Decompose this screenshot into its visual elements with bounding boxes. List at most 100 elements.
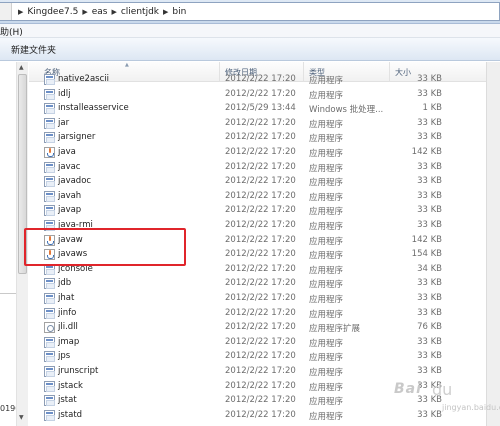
file-date: 2012/5/29 13:44 xyxy=(225,103,296,114)
file-name: jli.dll xyxy=(58,322,78,333)
file-row-idlj[interactable]: idlj 2012/2/22 17:20 应用程序 33 KB xyxy=(29,87,500,102)
file-name: jar xyxy=(58,117,70,128)
file-date: 2012/2/22 17:20 xyxy=(225,366,296,376)
dll-icon xyxy=(44,322,55,334)
file-size: 33 KB xyxy=(417,220,442,230)
address-bar-back-area[interactable] xyxy=(0,3,12,20)
breadcrumb-eas[interactable]: eas xyxy=(92,7,108,17)
address-bar[interactable]: ▶ Kingdee7.5 ▶ eas ▶ clientjdk ▶ bin xyxy=(0,2,500,21)
file-type: 应用程序 xyxy=(309,236,344,247)
file-type: 应用程序 xyxy=(309,295,344,305)
file-row-jmap[interactable]: jmap 2012/2/22 17:20 应用程序 33 KB xyxy=(29,335,500,350)
file-list-scrollbar[interactable] xyxy=(486,62,500,426)
file-row-jps[interactable]: jps 2012/2/22 17:20 应用程序 33 KB xyxy=(29,349,500,364)
file-size: 33 KB xyxy=(417,88,442,99)
file-row-jhat[interactable]: jhat 2012/2/22 17:20 应用程序 33 KB xyxy=(29,291,500,306)
file-date: 2012/2/22 17:20 xyxy=(225,307,296,318)
file-type: 应用程序扩展 xyxy=(309,324,361,335)
file-type: 应用程序 xyxy=(309,222,344,232)
file-type: 应用程序 xyxy=(309,149,344,159)
exe-icon xyxy=(44,74,55,85)
file-size: 142 KB xyxy=(411,234,442,245)
file-row-javah[interactable]: javah 2012/2/22 17:20 应用程序 33 KB xyxy=(29,189,500,204)
file-type: 应用程序 xyxy=(309,192,344,203)
file-type: 应用程序 xyxy=(309,338,344,349)
file-row-jinfo[interactable]: jinfo 2012/2/22 17:20 应用程序 33 KB xyxy=(29,306,500,321)
file-name: jhat xyxy=(58,293,75,303)
toolbar: 新建文件夹 xyxy=(0,38,500,61)
file-date: 2012/2/22 17:20 xyxy=(225,395,296,406)
file-row-java[interactable]: java 2012/2/22 17:20 应用程序 142 KB xyxy=(29,145,500,160)
file-name: native2ascii xyxy=(58,74,109,84)
scroll-up-icon[interactable]: ▲ xyxy=(19,64,24,71)
watermark-site: jingyan.baidu.com xyxy=(442,403,500,412)
file-type: 应用程序 xyxy=(309,280,344,291)
file-type: 应用程序 xyxy=(309,134,344,145)
breadcrumb-clientjdk[interactable]: clientjdk xyxy=(121,7,159,17)
file-row-installeasservice[interactable]: installeasservice 2012/5/29 13:44 Windows … xyxy=(29,101,500,116)
exe-icon xyxy=(44,117,55,129)
exe-icon xyxy=(44,278,55,290)
file-date: 2012/2/22 17:20 xyxy=(225,409,296,420)
breadcrumb-separator-icon[interactable]: ▶ xyxy=(18,8,23,16)
exe-icon xyxy=(44,351,55,363)
menu-help[interactable]: 助(H) xyxy=(0,25,23,38)
file-row-native2ascii[interactable]: native2ascii 2012/2/22 17:20 应用程序 33 KB xyxy=(29,72,500,87)
file-size: 33 KB xyxy=(417,132,442,143)
file-date: 2012/2/22 17:20 xyxy=(225,88,296,99)
file-size: 154 KB xyxy=(411,249,442,260)
file-type: 应用程序 xyxy=(309,178,344,189)
file-type: 应用程序 xyxy=(309,119,344,130)
exe-icon xyxy=(44,380,55,392)
new-folder-button[interactable]: 新建文件夹 xyxy=(11,43,56,56)
file-type: Windows 批处理... xyxy=(309,105,384,116)
file-row-javap[interactable]: javap 2012/2/22 17:20 应用程序 33 KB xyxy=(29,203,500,218)
file-row-jarsigner[interactable]: jarsigner 2012/2/22 17:20 应用程序 33 KB xyxy=(29,130,500,145)
file-size: 33 KB xyxy=(417,351,442,362)
breadcrumb-separator-icon[interactable]: ▶ xyxy=(163,8,168,16)
file-row-jli-dll[interactable]: jli.dll 2012/2/22 17:20 应用程序扩展 76 KB xyxy=(29,320,500,335)
file-type: 应用程序 xyxy=(309,368,344,378)
scroll-down-icon[interactable]: ▼ xyxy=(19,414,24,421)
file-type: 应用程序 xyxy=(309,382,344,393)
file-size: 1 KB xyxy=(422,103,442,114)
file-date: 2012/2/22 17:20 xyxy=(225,161,296,172)
file-name: jstatd xyxy=(58,409,83,420)
file-size: 33 KB xyxy=(417,117,442,128)
file-date: 2012/2/22 17:20 xyxy=(225,190,296,201)
file-name: jinfo xyxy=(58,307,77,318)
file-size: 33 KB xyxy=(417,293,442,303)
file-date: 2012/2/22 17:20 xyxy=(225,249,296,260)
nav-divider xyxy=(0,293,16,294)
exe-icon xyxy=(44,176,55,188)
file-type: 应用程序 xyxy=(309,76,344,86)
file-type: 应用程序 xyxy=(309,163,344,174)
file-type: 应用程序 xyxy=(309,411,344,422)
file-row-jar[interactable]: jar 2012/2/22 17:20 应用程序 33 KB xyxy=(29,116,500,131)
exe-icon xyxy=(44,336,55,348)
file-size: 33 KB xyxy=(417,366,442,376)
file-type: 应用程序 xyxy=(309,353,344,364)
exe-icon xyxy=(44,395,55,407)
file-size: 76 KB xyxy=(417,322,442,333)
file-size: 142 KB xyxy=(411,147,442,157)
exe-icon xyxy=(44,205,55,217)
file-date: 2012/2/22 17:20 xyxy=(225,234,296,245)
file-name: idlj xyxy=(58,88,71,99)
file-type: 应用程序 xyxy=(309,265,344,276)
file-type: 应用程序 xyxy=(309,397,344,408)
breadcrumb-separator-icon[interactable]: ▶ xyxy=(111,8,116,16)
address-bar-strip: ▶ Kingdee7.5 ▶ eas ▶ clientjdk ▶ bin xyxy=(0,0,500,24)
breadcrumb-bin[interactable]: bin xyxy=(172,7,186,17)
breadcrumb-kingdee[interactable]: Kingdee7.5 xyxy=(27,7,78,17)
exe-icon xyxy=(44,103,55,115)
file-name: jstack xyxy=(58,380,83,391)
file-date: 2012/2/22 17:20 xyxy=(225,205,296,216)
file-row-javadoc[interactable]: javadoc 2012/2/22 17:20 应用程序 33 KB xyxy=(29,174,500,189)
file-size: 34 KB xyxy=(417,263,442,274)
file-date: 2012/2/22 17:20 xyxy=(225,132,296,143)
file-row-javac[interactable]: javac 2012/2/22 17:20 应用程序 33 KB xyxy=(29,160,500,175)
file-date: 2012/2/22 17:20 xyxy=(225,293,296,303)
breadcrumb-separator-icon[interactable]: ▶ xyxy=(82,8,87,16)
file-row-jdb[interactable]: jdb 2012/2/22 17:20 应用程序 33 KB xyxy=(29,276,500,291)
